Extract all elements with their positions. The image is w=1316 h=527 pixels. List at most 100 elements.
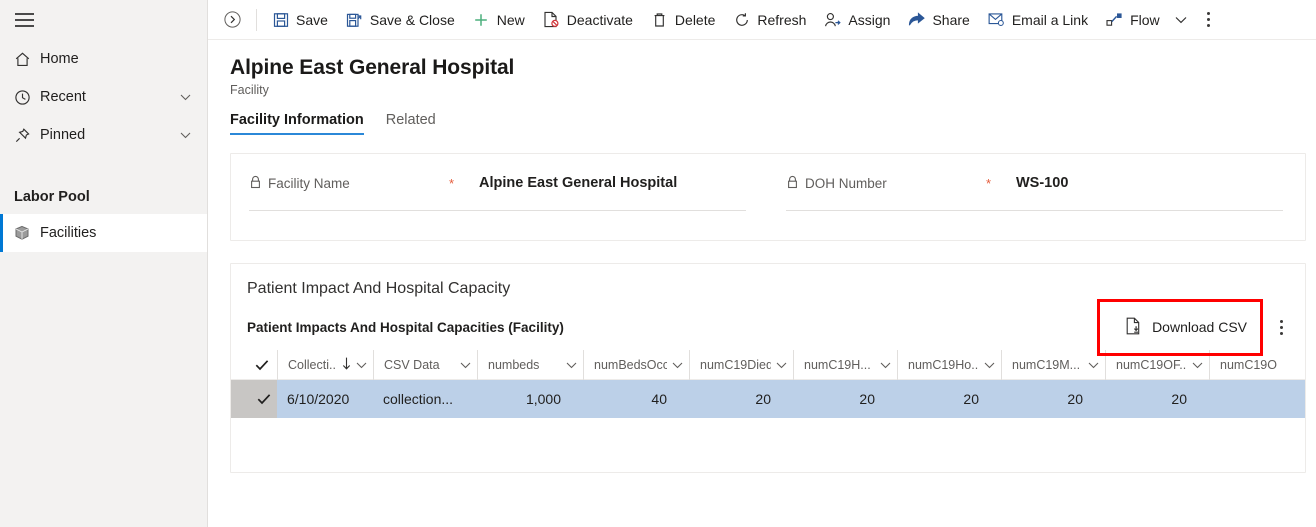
tab-related[interactable]: Related: [386, 112, 436, 135]
sidebar-header: [0, 0, 207, 40]
column-header-csv-data[interactable]: CSV Data: [373, 349, 477, 380]
subgrid-label: Patient Impacts And Hospital Capacities …: [247, 319, 564, 335]
chevron-down-icon[interactable]: [1169, 4, 1193, 36]
sidebar: Home Recent Pinned Labor Pool Facilities: [0, 0, 208, 527]
record-entity-name: Facility: [230, 83, 269, 97]
download-csv-wrapper: Download CSV: [1097, 298, 1263, 356]
table-cell: collection...: [383, 391, 454, 407]
plus-icon: [473, 12, 490, 28]
chevron-down-icon[interactable]: [672, 358, 683, 372]
select-all-checkbox[interactable]: [247, 359, 277, 371]
flow-icon: [1106, 12, 1123, 27]
command-label: New: [496, 11, 525, 28]
sidebar-item-label: Pinned: [40, 127, 86, 143]
column-header-numbedsocc[interactable]: numBedsOcc: [583, 349, 689, 380]
trash-icon: [651, 12, 668, 28]
command-save[interactable]: Save: [263, 4, 337, 36]
command-deactivate[interactable]: Deactivate: [534, 4, 642, 36]
form-field-doh-number[interactable]: DOH Number * WS-100: [768, 154, 1305, 240]
subgrid-section: Patient Impact And Hospital Capacity Pat…: [230, 263, 1306, 473]
deactivate-icon: [543, 11, 560, 28]
command-flow[interactable]: Flow: [1097, 4, 1169, 36]
download-csv-label: Download CSV: [1152, 319, 1247, 335]
chevron-down-icon[interactable]: [356, 358, 367, 372]
sidebar-group-title: Labor Pool: [14, 189, 90, 205]
required-indicator: *: [449, 175, 455, 191]
command-refresh[interactable]: Refresh: [724, 4, 815, 36]
column-header-numc19of[interactable]: numC19OF...: [1105, 349, 1209, 380]
chevron-down-icon[interactable]: [880, 358, 891, 372]
command-label: Assign: [848, 11, 891, 28]
field-underline: [249, 210, 746, 211]
chevron-down-icon[interactable]: [177, 132, 193, 139]
column-header-label: numC19Ho...: [908, 357, 979, 372]
chevron-down-icon[interactable]: [1088, 358, 1099, 372]
chevron-down-icon[interactable]: [776, 358, 787, 372]
command-bar-divider: [256, 8, 257, 31]
required-indicator: *: [986, 175, 992, 191]
sidebar-item-facilities[interactable]: Facilities: [0, 214, 207, 252]
form-field-facility-name[interactable]: Facility Name * Alpine East General Hosp…: [231, 154, 768, 240]
cube-icon: [14, 225, 40, 241]
command-save-close[interactable]: Save & Close: [337, 4, 464, 36]
chevron-down-icon[interactable]: [984, 358, 995, 372]
sidebar-item-home[interactable]: Home: [0, 40, 207, 78]
command-delete[interactable]: Delete: [642, 4, 724, 36]
main-area: Save Save & Close New Deactivate Delete Refre…: [208, 0, 1316, 527]
field-value: WS-100: [1016, 175, 1069, 191]
command-label: Delete: [674, 11, 716, 28]
lock-icon: [249, 175, 262, 192]
download-csv-button[interactable]: Download CSV: [1111, 311, 1261, 344]
sidebar-item-pinned[interactable]: Pinned: [0, 116, 207, 154]
field-label: DOH Number: [786, 175, 986, 192]
form-section: Facility Name * Alpine East General Hosp…: [230, 153, 1306, 241]
field-label: Facility Name: [249, 175, 449, 192]
column-header-numc19m[interactable]: numC19M...: [1001, 349, 1105, 380]
download-file-icon: [1125, 317, 1142, 338]
command-share[interactable]: Share: [899, 4, 978, 36]
page-title: Alpine East General Hospital: [230, 56, 515, 79]
table-cell: 6/10/2020: [287, 391, 350, 407]
command-assign[interactable]: Assign: [815, 4, 899, 36]
row-checkbox[interactable]: [231, 380, 277, 418]
table-row[interactable]: 6/10/2020 collection... 1,000 40 20 20 20 20 20: [231, 380, 1305, 418]
table-cell: 20: [859, 391, 875, 407]
subgrid-table: Collecti... CSV Data numbeds numBedsOcc numC…: [231, 349, 1305, 418]
table-cell: 1,000: [525, 391, 561, 407]
record-content: Alpine East General Hospital Facility Fa…: [208, 40, 1316, 473]
command-label: Flow: [1130, 11, 1160, 28]
column-header-collecti[interactable]: Collecti...: [277, 349, 373, 380]
column-header-numc19o[interactable]: numC19O: [1209, 349, 1289, 380]
table-cell: 20: [1171, 391, 1187, 407]
column-header-numc19h[interactable]: numC19H...: [793, 349, 897, 380]
clock-icon: [14, 89, 40, 106]
column-header-numc19died[interactable]: numC19Died: [689, 349, 793, 380]
subgrid-overflow-button[interactable]: [1267, 311, 1295, 343]
column-header-numbeds[interactable]: numbeds: [477, 349, 583, 380]
chevron-down-icon[interactable]: [1192, 358, 1203, 372]
email-link-icon: [988, 12, 1005, 27]
table-cell: 20: [755, 391, 771, 407]
table-cell: 40: [651, 391, 667, 407]
record-header: Alpine East General Hospital Facility: [208, 40, 1316, 97]
sidebar-item-recent[interactable]: Recent: [0, 78, 207, 116]
column-header-label: numC19OF...: [1116, 357, 1187, 372]
chevron-down-icon[interactable]: [566, 358, 577, 372]
command-bar: Save Save & Close New Deactivate Delete Refre…: [208, 0, 1316, 40]
arrow-down-icon: [342, 357, 351, 373]
column-header-label: numC19Died: [700, 357, 771, 372]
command-email-a-link[interactable]: Email a Link: [979, 4, 1097, 36]
command-new[interactable]: New: [464, 4, 534, 36]
chevron-right-circle-icon[interactable]: [216, 4, 248, 36]
field-value: Alpine East General Hospital: [479, 175, 678, 191]
column-header-numc19ho[interactable]: numC19Ho...: [897, 349, 1001, 380]
sidebar-item-label: Home: [40, 51, 79, 67]
field-underline: [786, 210, 1283, 211]
chevron-down-icon[interactable]: [460, 358, 471, 372]
hamburger-icon[interactable]: [15, 13, 34, 27]
command-bar-overflow-button[interactable]: [1195, 4, 1223, 36]
chevron-down-icon[interactable]: [177, 94, 193, 101]
app-root: Home Recent Pinned Labor Pool Facilities S…: [0, 0, 1316, 527]
column-header-label: numBedsOcc: [594, 357, 667, 372]
tab-facility-information[interactable]: Facility Information: [230, 112, 364, 135]
